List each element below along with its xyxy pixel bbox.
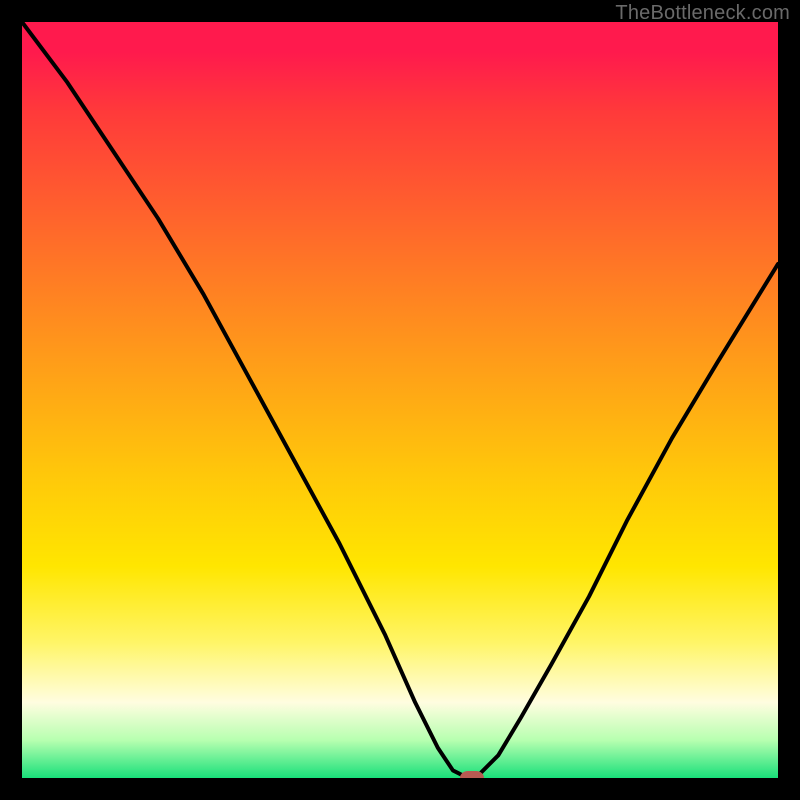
chart-frame: TheBottleneck.com [0, 0, 800, 800]
curve-svg [22, 22, 778, 778]
optimum-marker [460, 771, 484, 778]
plot-area [22, 22, 778, 778]
watermark-text: TheBottleneck.com [615, 2, 790, 25]
bottleneck-curve [22, 22, 778, 778]
